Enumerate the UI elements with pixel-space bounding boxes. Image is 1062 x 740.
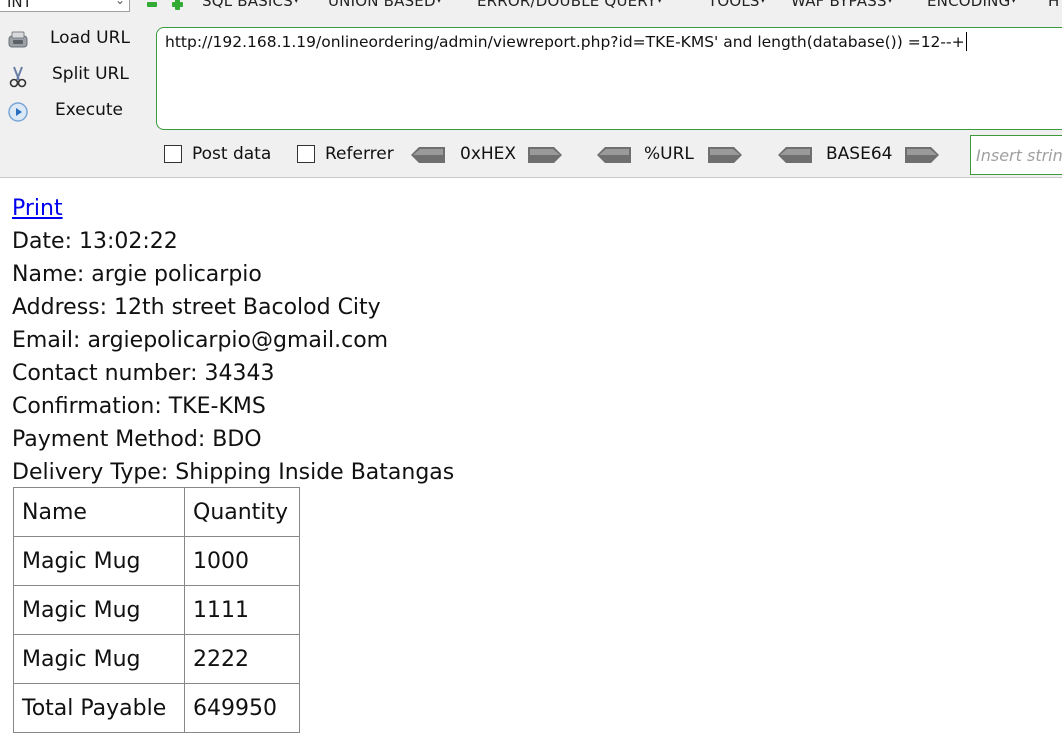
execute-label: Execute bbox=[55, 100, 123, 120]
hackbar-toolbar: INT ⌄ SQL BASICS▾ UNION BASED▾ ERROR/DOU… bbox=[0, 0, 1062, 178]
load-url-icon bbox=[6, 29, 30, 51]
table-row: Magic Mug 1111 bbox=[13, 585, 300, 635]
play-icon bbox=[6, 101, 30, 123]
menu-tools[interactable]: TOOLS▾ bbox=[708, 0, 765, 10]
report-payment-method: Payment Method: BDO bbox=[12, 427, 262, 452]
table-row: Magic Mug 1000 bbox=[13, 536, 300, 586]
item-name-cell: Magic Mug bbox=[13, 536, 185, 586]
scissors-icon bbox=[6, 65, 30, 88]
report-date: Date: 13:02:22 bbox=[12, 229, 178, 254]
minus-icon[interactable] bbox=[146, 0, 157, 10]
url-decode-arrow-icon[interactable] bbox=[597, 146, 631, 164]
split-url-label: Split URL bbox=[52, 64, 129, 84]
load-url-label: Load URL bbox=[50, 28, 130, 48]
total-payable-value: 649950 bbox=[184, 683, 300, 733]
injection-type-select[interactable]: INT ⌄ bbox=[0, 0, 130, 12]
item-quantity-cell: 1111 bbox=[184, 585, 300, 635]
split-url-button[interactable]: Split URL bbox=[6, 62, 146, 88]
report-address: Address: 12th street Bacolod City bbox=[12, 295, 381, 320]
menu-sql-basics[interactable]: SQL BASICS▾ bbox=[202, 0, 299, 10]
report-contact-number: Contact number: 34343 bbox=[12, 361, 275, 386]
hex-label: 0xHEX bbox=[460, 144, 517, 164]
plus-icon[interactable] bbox=[172, 0, 183, 10]
url-encode-label: %URL bbox=[644, 144, 694, 164]
table-row: Magic Mug 2222 bbox=[13, 634, 300, 684]
menu-error-double-query[interactable]: ERROR/DOUBLE QUERY▾ bbox=[477, 0, 662, 10]
referrer-label: Referrer bbox=[325, 144, 394, 164]
referrer-checkbox[interactable] bbox=[297, 145, 315, 163]
url-textarea[interactable]: http://192.168.1.19/onlineordering/admin… bbox=[156, 27, 1062, 130]
print-link[interactable]: Print bbox=[12, 196, 63, 221]
report-name: Name: argie policarpio bbox=[12, 262, 262, 287]
hackbar-menubar: INT ⌄ SQL BASICS▾ UNION BASED▾ ERROR/DOU… bbox=[0, 0, 1062, 14]
report-email: Email: argiepolicarpio@gmail.com bbox=[12, 328, 389, 353]
base64-encode-arrow-icon[interactable] bbox=[905, 146, 939, 164]
item-name-cell: Magic Mug bbox=[13, 634, 185, 684]
execute-button[interactable]: Execute bbox=[6, 98, 146, 124]
table-header-row: Name Quantity bbox=[13, 487, 300, 537]
hex-decode-arrow-icon[interactable] bbox=[411, 146, 445, 164]
report-content: Print Date: 13:02:22 Name: argie policar… bbox=[12, 192, 454, 489]
item-quantity-cell: 2222 bbox=[184, 634, 300, 684]
chevron-down-icon: ⌄ bbox=[114, 0, 125, 7]
menu-encoding[interactable]: ENCODING▾ bbox=[927, 0, 1016, 10]
menu-more[interactable]: H bbox=[1048, 0, 1059, 10]
base64-decode-arrow-icon[interactable] bbox=[778, 146, 812, 164]
post-data-checkbox[interactable] bbox=[164, 145, 182, 163]
insert-string-input[interactable] bbox=[970, 135, 1062, 175]
base64-label: BASE64 bbox=[826, 144, 893, 164]
column-header-quantity: Quantity bbox=[184, 487, 300, 537]
menu-waf-bypass[interactable]: WAF BYPASS▾ bbox=[791, 0, 892, 10]
load-url-button[interactable]: Load URL bbox=[6, 26, 146, 52]
order-items-table: Name Quantity Magic Mug 1000 Magic Mug 1… bbox=[13, 487, 300, 733]
item-quantity-cell: 1000 bbox=[184, 536, 300, 586]
text-caret bbox=[965, 32, 967, 51]
menu-union-based[interactable]: UNION BASED▾ bbox=[328, 0, 441, 10]
report-confirmation: Confirmation: TKE-KMS bbox=[12, 394, 266, 419]
url-encode-arrow-icon[interactable] bbox=[708, 146, 742, 164]
injection-type-value: INT bbox=[7, 0, 32, 11]
report-delivery-type: Delivery Type: Shipping Inside Batangas bbox=[12, 460, 455, 485]
total-payable-row: Total Payable 649950 bbox=[13, 683, 300, 733]
item-name-cell: Magic Mug bbox=[13, 585, 185, 635]
url-value: http://192.168.1.19/onlineordering/admin… bbox=[165, 33, 965, 51]
post-data-label: Post data bbox=[192, 144, 272, 164]
total-payable-label: Total Payable bbox=[13, 683, 185, 733]
column-header-name: Name bbox=[13, 487, 185, 537]
hex-encode-arrow-icon[interactable] bbox=[528, 146, 562, 164]
